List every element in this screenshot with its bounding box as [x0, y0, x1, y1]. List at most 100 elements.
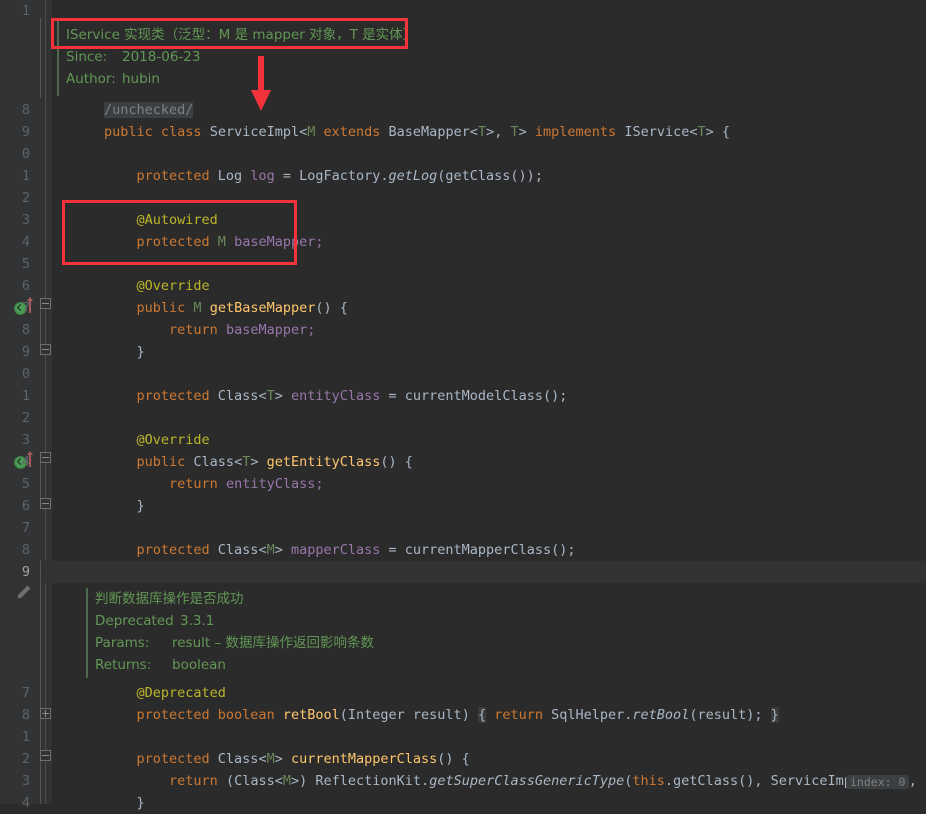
code-token: <	[234, 454, 243, 470]
javadoc-title: IService 实现类（泛型：M 是 mapper 对象，T 是实体）	[66, 27, 417, 43]
line-number: 6	[21, 498, 30, 514]
code-line[interactable]: protected Class<M> mapperClass = current…	[104, 539, 576, 561]
code-token: baseMapper;	[234, 234, 324, 250]
code-token: ReflectionKit.	[315, 773, 430, 789]
code-token: IService	[624, 124, 690, 140]
code-token: currentModelClass();	[404, 388, 568, 404]
code-token: SqlHelper.	[551, 707, 633, 723]
line-number: 6	[21, 278, 30, 294]
fold-expand-icon[interactable]	[40, 708, 51, 719]
code-token: <	[258, 388, 267, 404]
code-token: T	[510, 124, 519, 140]
code-token: log	[250, 168, 275, 184]
code-token: M	[193, 300, 210, 316]
code-line[interactable]: }	[104, 792, 145, 814]
code-token: T	[266, 388, 275, 404]
javadoc-author-value: hubin	[122, 71, 160, 87]
code-token: >	[274, 751, 291, 767]
code-token: <	[469, 124, 478, 140]
code-editor[interactable]: /unchecked/public class ServiceImpl<M ex…	[0, 0, 926, 811]
line-number: 3	[21, 773, 30, 789]
code-line[interactable]: @Autowired	[104, 209, 218, 231]
code-token: >	[274, 542, 291, 558]
code-token: ,	[908, 773, 917, 789]
code-token: public	[104, 124, 161, 140]
code-line[interactable]: return entityClass;	[104, 473, 323, 495]
line-number: 3	[21, 212, 30, 228]
code-token: @Autowired	[136, 212, 218, 228]
code-token: currentMapperClass	[290, 751, 438, 767]
code-token: @Override	[136, 278, 210, 294]
code-token: return	[169, 773, 226, 789]
fold-collapse-icon[interactable]	[40, 452, 51, 463]
gutter-icon-column[interactable]	[36, 0, 52, 804]
code-token: >	[518, 124, 535, 140]
code-line[interactable]: /unchecked/	[104, 99, 194, 121]
code-line[interactable]: protected boolean retBool(Integer result…	[104, 704, 779, 726]
line-number: 7	[21, 520, 30, 536]
code-line[interactable]: @Deprecated	[104, 682, 226, 704]
code-token: (	[225, 773, 235, 789]
fold-end-icon[interactable]	[40, 498, 51, 509]
code-line[interactable]: protected Log log = LogFactory.getLog(ge…	[104, 165, 543, 187]
code-token: >,	[486, 124, 511, 140]
code-token: public	[136, 454, 194, 470]
edit-pencil-icon[interactable]	[16, 584, 32, 600]
code-token: @Override	[136, 432, 210, 448]
code-token: protected	[136, 542, 218, 558]
code-token: baseMapper;	[225, 322, 316, 338]
code-token: mapperClass	[290, 542, 381, 558]
code-content[interactable]: /unchecked/public class ServiceImpl<M ex…	[52, 0, 926, 811]
code-token: Integer	[347, 707, 413, 723]
code-line[interactable]: public Class<T> getEntityClass() {	[104, 451, 413, 473]
code-token: )	[461, 707, 478, 723]
code-token: getLog	[388, 168, 438, 184]
code-line[interactable]: }	[104, 495, 145, 517]
code-token: retBool	[632, 707, 690, 723]
line-number: 8	[21, 322, 30, 338]
code-token: Class	[217, 542, 259, 558]
line-number: 1	[21, 388, 30, 404]
code-folding-bar[interactable]	[45, 0, 46, 804]
fold-region-line	[40, 18, 41, 98]
fold-end-icon[interactable]	[40, 344, 51, 355]
code-token: >)	[291, 773, 316, 789]
code-line[interactable]: }	[104, 341, 145, 363]
code-token: currentMapperClass();	[404, 542, 576, 558]
code-token: M	[266, 542, 275, 558]
code-token: >	[250, 454, 267, 470]
code-line[interactable]: public class ServiceImpl<M extends BaseM…	[104, 121, 730, 143]
code-token: Class	[193, 454, 235, 470]
code-line[interactable]: protected Class<M> currentMapperClass() …	[104, 748, 470, 770]
code-token: T	[477, 124, 487, 140]
javadoc-retbool-deprecated-value: 3.3.1	[180, 613, 215, 629]
fold-region-line	[40, 560, 41, 804]
code-token: protected	[136, 168, 218, 184]
code-line[interactable]: return (Class<M>) ReflectionKit.getSuper…	[104, 770, 917, 792]
javadoc-retbool-params-label: Params:	[95, 635, 150, 651]
javadoc-left-bar	[57, 18, 59, 96]
code-line[interactable]: protected Class<T> entityClass = current…	[104, 385, 568, 407]
code-line[interactable]: public M getBaseMapper() {	[104, 297, 348, 319]
line-number: 8	[21, 707, 30, 723]
fold-collapse-icon[interactable]	[40, 298, 51, 309]
line-number: 5	[21, 256, 30, 272]
javadoc-retbool-deprecated-label: Deprecated	[95, 613, 174, 629]
code-line[interactable]: protected M baseMapper;	[104, 231, 324, 253]
javadoc-retbool-returns-value: boolean	[172, 657, 226, 673]
code-token: protected	[136, 751, 218, 767]
fold-collapse-icon[interactable]	[40, 750, 51, 761]
javadoc-since-value: 2018-06-23	[122, 49, 201, 65]
code-line[interactable]: @Override	[104, 275, 210, 297]
code-token: <	[274, 773, 283, 789]
code-line[interactable]: @Override	[104, 429, 210, 451]
code-line[interactable]: return baseMapper;	[104, 319, 315, 341]
code-token: Class	[217, 388, 259, 404]
